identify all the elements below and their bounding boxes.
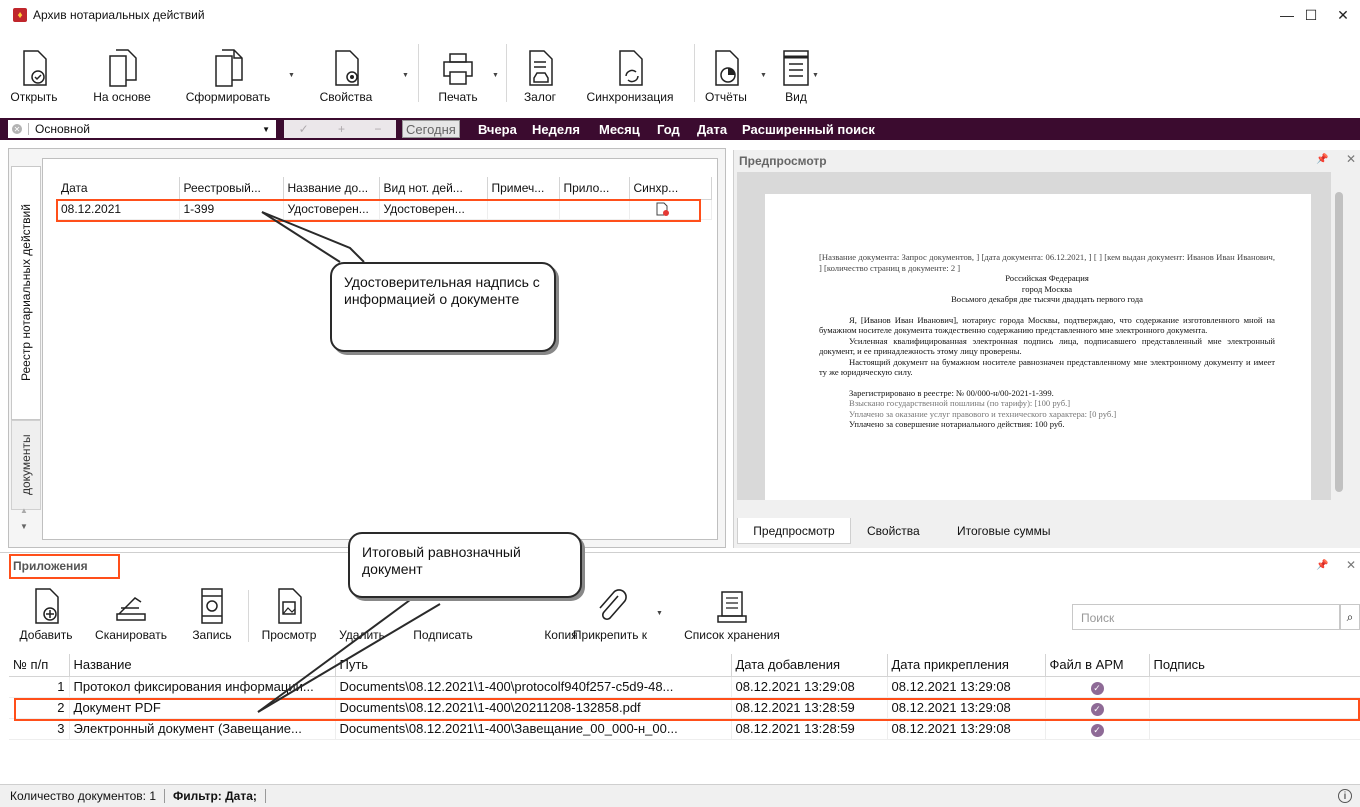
callout-final-document: Итоговый равнозначный документ [348,532,582,598]
callout-certification: Удостоверительная надпись с информацией … [330,262,556,352]
callout-pointers [257,211,441,713]
